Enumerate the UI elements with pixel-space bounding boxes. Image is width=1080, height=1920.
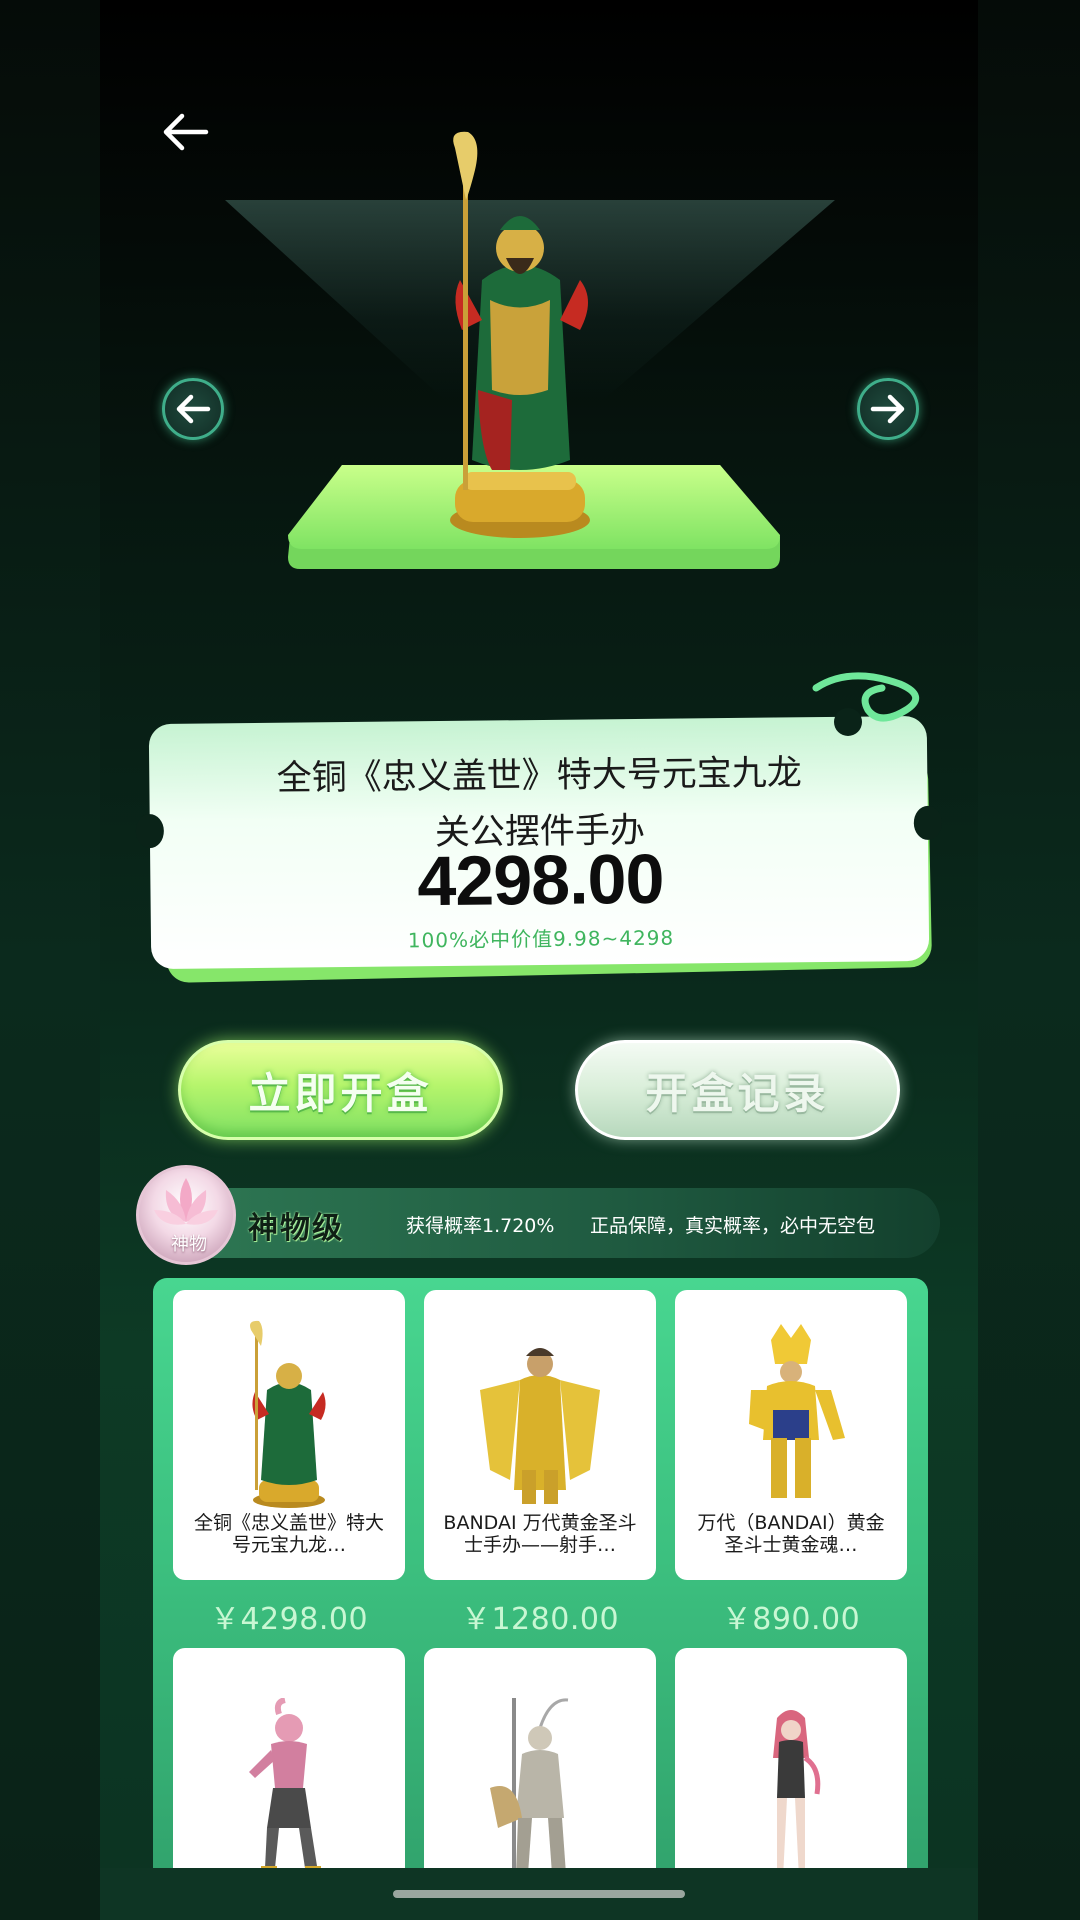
prize-price: ￥890.00 xyxy=(721,1602,861,1637)
guan-yu-figure-image xyxy=(450,131,590,538)
open-records-button[interactable]: 开盒记录 xyxy=(575,1040,900,1140)
prize-price: ￥4298.00 xyxy=(209,1602,369,1637)
arrow-right-icon xyxy=(870,394,905,424)
anime-girl-figure-thumbnail xyxy=(773,1710,821,1878)
prize-card[interactable]: 全铜《忠义盖世》特大号元宝九龙… xyxy=(173,1290,405,1580)
value-range-text: 100%必中价值9.98~4298 xyxy=(407,925,675,953)
back-arrow-icon[interactable] xyxy=(160,110,210,154)
prize-name: 全铜《忠义盖世》特大号元宝九龙… xyxy=(193,1512,384,1556)
next-product-button[interactable] xyxy=(857,378,919,440)
product-price: 4298.00 xyxy=(416,839,664,921)
ticket-notch-right xyxy=(913,805,942,841)
prize-grid: 全铜《忠义盖世》特大号元宝九龙… BANDAI 万代黄金圣斗士手办——射手… 万… xyxy=(153,1278,928,1920)
right-backdrop xyxy=(978,0,1080,1920)
product-showcase xyxy=(100,0,978,620)
prize-name: 万代（BANDAI）黄金圣斗士黄金魂… xyxy=(697,1512,885,1556)
home-indicator[interactable] xyxy=(393,1890,685,1898)
guan-yu-figure-thumbnail xyxy=(250,1320,326,1508)
majin-buu-figure-thumbnail xyxy=(249,1698,321,1874)
left-backdrop xyxy=(0,0,100,1920)
tier-badge: 神物 xyxy=(136,1165,236,1265)
sagittarius-saint-figure-thumbnail xyxy=(480,1348,600,1504)
app-screen: 全铜《忠义盖世》特大号元宝九龙 关公摆件手办 4298.00 100%必中价值9… xyxy=(100,0,978,1920)
tier-name: 神物级 xyxy=(248,1211,344,1246)
tier-guarantee: 正品保障，真实概率，必中无空包 xyxy=(590,1215,876,1237)
prize-card[interactable]: BANDAI 万代黄金圣斗士手办——射手… xyxy=(424,1290,656,1580)
monkey-king-figure-thumbnail xyxy=(490,1698,569,1878)
prize-name: BANDAI 万代黄金圣斗士手办——射手… xyxy=(443,1512,637,1556)
ribbon-swirl-icon xyxy=(812,672,919,736)
prev-product-button[interactable] xyxy=(162,378,224,440)
product-title-line1: 全铜《忠义盖世》特大号元宝九龙 xyxy=(276,753,802,799)
arrow-left-icon xyxy=(176,394,211,424)
prize-price: ￥1280.00 xyxy=(460,1602,620,1637)
gold-saint-figure-thumbnail xyxy=(749,1324,845,1498)
tier-badge-label: 神物 xyxy=(171,1234,207,1255)
open-box-button[interactable]: 立即开盒 xyxy=(178,1040,503,1140)
ticket-notch-left xyxy=(135,813,165,849)
tier-probability: 获得概率1.720% xyxy=(406,1215,555,1237)
product-info-card: 全铜《忠义盖世》特大号元宝九龙 关公摆件手办 4298.00 100%必中价值9… xyxy=(135,715,942,990)
prize-card[interactable]: 万代（BANDAI）黄金圣斗士黄金魂… xyxy=(675,1290,907,1580)
